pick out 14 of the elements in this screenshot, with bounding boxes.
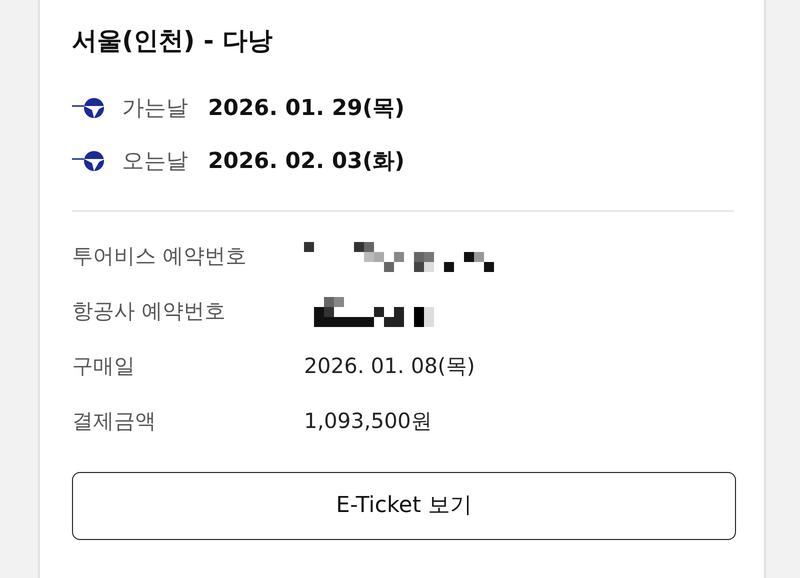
trip-date: 2026. 02. 03(화)	[208, 148, 405, 176]
trip-label: 가는날	[122, 94, 189, 122]
trip-label: 오는날	[122, 148, 189, 176]
route-title: 서울(인천) - 다낭	[72, 25, 274, 57]
detail-label: 구매일	[72, 353, 136, 380]
e-ticket-button[interactable]: E-Ticket 보기	[72, 472, 736, 540]
detail-label: 투어비스 예약번호	[72, 243, 248, 270]
detail-value: 1,093,500원	[304, 408, 432, 436]
airline-logo-icon	[72, 97, 106, 119]
detail-value: 2026. 01. 08(목)	[304, 353, 475, 380]
detail-label: 결제금액	[72, 408, 157, 436]
airline-logo-icon	[72, 150, 106, 172]
trip-date: 2026. 01. 29(목)	[208, 94, 405, 122]
detail-label: 항공사 예약번호	[72, 298, 227, 326]
